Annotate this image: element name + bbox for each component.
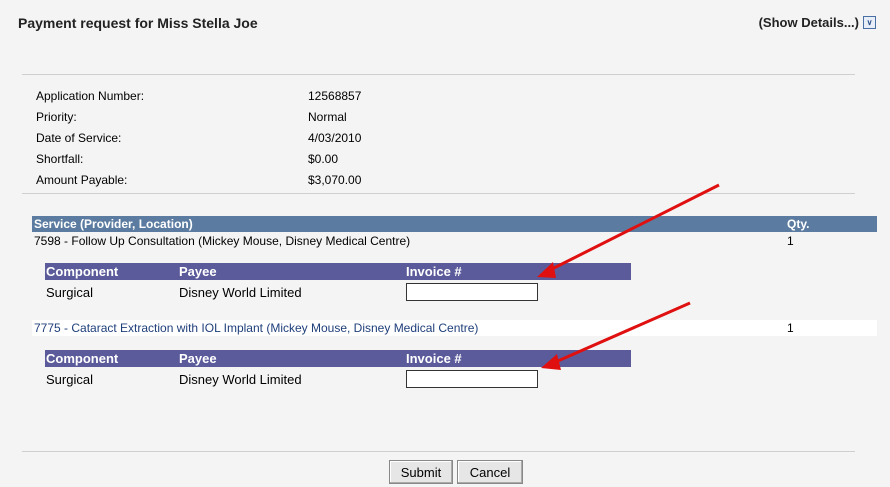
arrowhead-second [541, 354, 561, 370]
arrowhead-first [537, 262, 556, 278]
arrow-to-first-invoice [545, 183, 720, 274]
arrow-to-second-invoice [550, 301, 691, 366]
annotation-arrows [537, 183, 720, 370]
